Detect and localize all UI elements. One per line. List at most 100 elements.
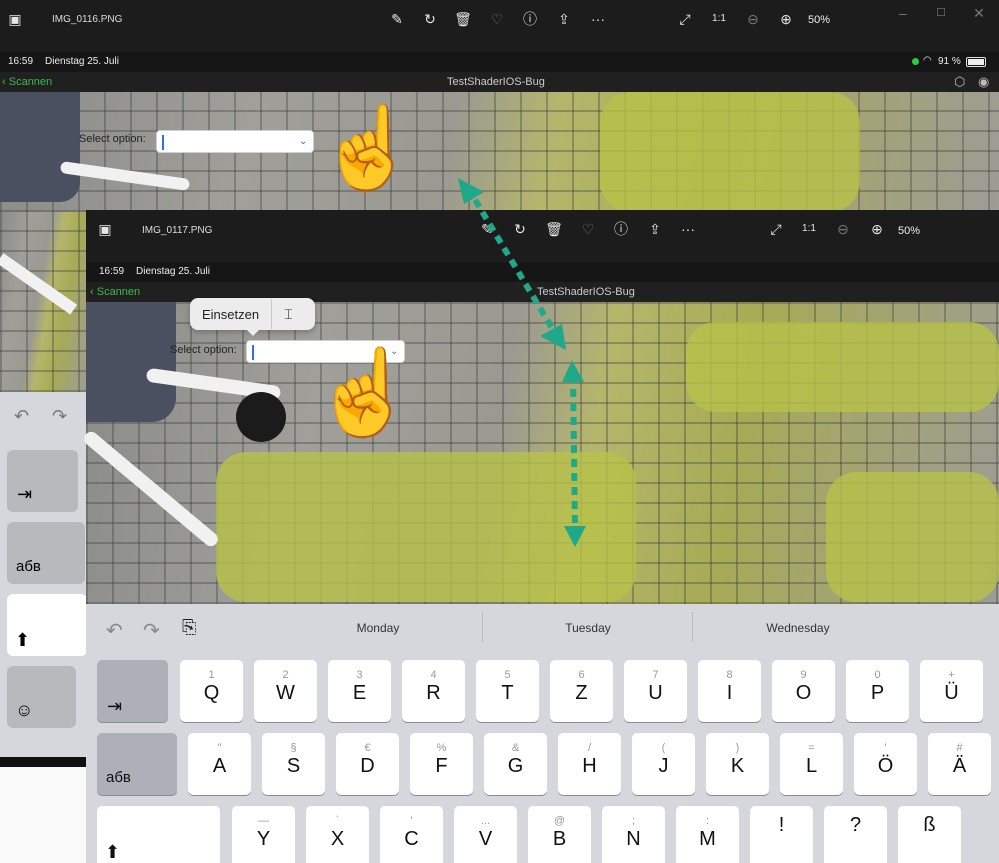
key-l[interactable]: = L bbox=[780, 733, 843, 795]
suggestion-1[interactable]: Monday bbox=[306, 621, 450, 635]
status-date: Dienstag 25. Juli bbox=[136, 266, 210, 277]
key-e[interactable]: 3E bbox=[328, 660, 391, 722]
shift-key[interactable]: ⬆ bbox=[97, 806, 220, 863]
fullscreen-icon[interactable]: ⤢ bbox=[765, 220, 787, 238]
gallery-icon[interactable]: ▣ bbox=[94, 220, 116, 238]
info-icon[interactable]: ⓘ bbox=[519, 10, 541, 28]
fullscreen-icon[interactable]: ⤢ bbox=[674, 10, 696, 28]
key-a[interactable]: " A bbox=[188, 733, 251, 795]
key-b[interactable]: @ B bbox=[528, 806, 591, 863]
key-label: Ä bbox=[952, 755, 967, 777]
zoom-out-icon[interactable]: ⊖ bbox=[832, 220, 854, 238]
key-t[interactable]: 5T bbox=[476, 660, 539, 722]
settings-icon[interactable]: ⬡ bbox=[954, 74, 965, 90]
key-z[interactable]: 6Z bbox=[550, 660, 613, 722]
redo-icon[interactable]: ↷ bbox=[52, 406, 67, 427]
scan-text-icon[interactable]: ⌶ bbox=[272, 306, 304, 323]
back-button-back[interactable]: ‹ Scannen bbox=[2, 76, 52, 88]
key-g[interactable]: & G bbox=[484, 733, 547, 795]
tab-icon: ⇥ bbox=[107, 696, 123, 716]
emoji-key-back[interactable]: ☺ bbox=[7, 666, 76, 728]
key-c[interactable]: ' C bbox=[380, 806, 443, 863]
more-icon[interactable]: ··· bbox=[587, 10, 609, 28]
info-icon[interactable]: ⓘ bbox=[610, 220, 632, 238]
key-m[interactable]: :M bbox=[676, 806, 739, 863]
key-i[interactable]: 8I bbox=[698, 660, 761, 722]
delete-icon[interactable]: 🗑 bbox=[452, 10, 474, 28]
share-icon[interactable]: ⇪ bbox=[553, 10, 575, 28]
key-s[interactable]: § S bbox=[262, 733, 325, 795]
tab-key-back[interactable]: ⇥ bbox=[7, 450, 78, 512]
key-?[interactable]: ? bbox=[824, 806, 887, 863]
screenshot-stage: ▣ IMG_0116.PNG ✎ ↻ 🗑 ♡ ⓘ ⇪ ··· ⤢ 1:1 ⊖ ⊕… bbox=[0, 0, 999, 863]
key-r[interactable]: 4R bbox=[402, 660, 465, 722]
mic-indicator bbox=[912, 58, 919, 65]
key-label: G bbox=[507, 755, 524, 777]
key-w[interactable]: 2W bbox=[254, 660, 317, 722]
zoom-level-back: 50% bbox=[808, 14, 831, 26]
key-h[interactable]: / H bbox=[558, 733, 621, 795]
zoom-out-icon[interactable]: ⊖ bbox=[742, 10, 764, 28]
actual-size-icon[interactable]: 1:1 bbox=[798, 220, 820, 238]
key-ä[interactable]: # Ä bbox=[928, 733, 991, 795]
key-label: Q bbox=[203, 682, 220, 704]
shift-key-back[interactable]: ⬆ bbox=[7, 594, 87, 656]
select-dropdown-back[interactable]: ⌄ bbox=[156, 130, 314, 153]
edit-icon[interactable]: ✎ bbox=[386, 10, 408, 28]
key-ü[interactable]: + Ü bbox=[920, 660, 983, 722]
key-label: X bbox=[330, 828, 345, 850]
key-d[interactable]: € D bbox=[336, 733, 399, 795]
key-secondary-label: = bbox=[808, 742, 815, 754]
key-ö[interactable]: ' Ö bbox=[854, 733, 917, 795]
key-secondary-label: ) bbox=[735, 742, 740, 754]
key-label: E bbox=[352, 682, 367, 704]
suggestion-3[interactable]: Wednesday bbox=[726, 621, 870, 635]
close-icon[interactable]: ✕ bbox=[968, 4, 990, 22]
clipboard-icon[interactable]: ⎘ bbox=[182, 617, 196, 638]
key-u[interactable]: 7U bbox=[624, 660, 687, 722]
suggestion-divider bbox=[482, 612, 483, 642]
zoom-in-icon[interactable]: ⊕ bbox=[866, 220, 888, 238]
key-o[interactable]: 9O bbox=[772, 660, 835, 722]
key-k[interactable]: ) K bbox=[706, 733, 769, 795]
key-secondary-label: ` bbox=[335, 815, 340, 827]
back-button-front[interactable]: ‹ Scannen bbox=[90, 286, 140, 298]
camera-icon[interactable]: ◉ bbox=[978, 74, 989, 90]
tab-key[interactable]: ⇥ bbox=[97, 660, 168, 722]
key-j[interactable]: (J bbox=[632, 733, 695, 795]
key-secondary-label: ; bbox=[631, 815, 636, 827]
key-x[interactable]: ` X bbox=[306, 806, 369, 863]
zoom-in-icon[interactable]: ⊕ bbox=[775, 10, 797, 28]
minimize-icon[interactable]: – bbox=[892, 4, 914, 22]
cyrillic-key[interactable]: абв bbox=[97, 733, 177, 795]
suggestion-2[interactable]: Tuesday bbox=[516, 621, 660, 635]
key-![interactable]: ! bbox=[750, 806, 813, 863]
redo-icon[interactable]: ↷ bbox=[143, 618, 160, 643]
chair-back bbox=[86, 302, 176, 422]
gallery-icon[interactable]: ▣ bbox=[4, 10, 26, 28]
more-icon[interactable]: ··· bbox=[677, 220, 699, 238]
suggestion-divider bbox=[692, 612, 693, 642]
undo-icon[interactable]: ↶ bbox=[106, 618, 123, 643]
key-v[interactable]: ... V bbox=[454, 806, 517, 863]
key-row-2: " A § S € D% F & G / H(J) K = L ' Ö # Ä bbox=[188, 733, 999, 795]
key-q[interactable]: 1Q bbox=[180, 660, 243, 722]
key-f[interactable]: % F bbox=[410, 733, 473, 795]
key-ß[interactable]: ß bbox=[898, 806, 961, 863]
share-icon[interactable]: ⇪ bbox=[644, 220, 666, 238]
key-label: A bbox=[212, 755, 227, 777]
rotate-icon[interactable]: ↻ bbox=[419, 10, 441, 28]
key-p[interactable]: 0P bbox=[846, 660, 909, 722]
key-label: V bbox=[478, 828, 493, 850]
actual-size-icon[interactable]: 1:1 bbox=[708, 10, 730, 28]
maximize-icon[interactable]: ☐ bbox=[930, 4, 952, 22]
chevron-down-icon: ⌄ bbox=[299, 136, 308, 147]
key-y[interactable]: — Y bbox=[232, 806, 295, 863]
undo-icon[interactable]: ↶ bbox=[14, 406, 29, 427]
key-n[interactable]: ; N bbox=[602, 806, 665, 863]
favorite-icon[interactable]: ♡ bbox=[486, 10, 508, 28]
cyrillic-key-back[interactable]: абв bbox=[7, 522, 85, 584]
key-label: O bbox=[795, 682, 812, 704]
paste-menu-item[interactable]: Einsetzen bbox=[190, 307, 271, 322]
emoji-icon: ☺ bbox=[15, 700, 34, 720]
